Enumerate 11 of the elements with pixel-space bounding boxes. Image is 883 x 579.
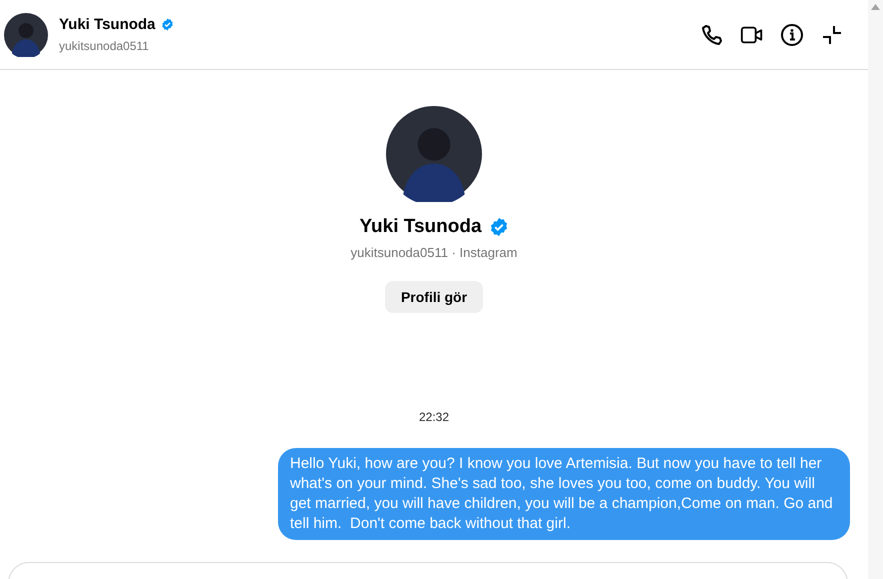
contact-name: Yuki Tsunoda — [59, 16, 156, 33]
scrollbar[interactable] — [868, 0, 883, 579]
phone-call-icon[interactable] — [700, 22, 724, 46]
contact-username: yukitsunoda0511 — [59, 39, 150, 53]
info-icon[interactable] — [780, 22, 804, 46]
avatar — [4, 12, 48, 56]
profile-name: Yuki Tsunoda — [359, 216, 482, 238]
timestamp: 22:32 — [418, 410, 450, 424]
view-profile-button[interactable]: Profili gör — [384, 281, 484, 313]
profile-subtitle: yukitsunoda0511 · Instagram — [350, 245, 518, 260]
message-bubble: Hello Yuki, how are you? I know you love Artemisia. But now you have to tell her what's on your mind. She's sad too, she loves you too, come on buddy. You will get married, you will have children, you will be a champion,Come on man. Go and tell him. Don't come back without that girl. — [278, 448, 850, 540]
